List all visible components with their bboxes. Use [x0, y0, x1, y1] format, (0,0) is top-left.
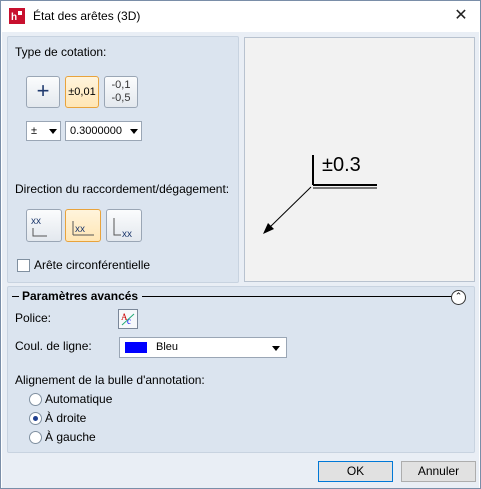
dimension-panel: Type de cotation: + ±0,01 -0,1 -0,5 ± 0.…	[7, 36, 239, 283]
direction-before-icon: xx	[31, 216, 47, 237]
dim-type-tolerance-button[interactable]: ±0,01	[65, 76, 99, 108]
app-logo-icon: h	[9, 8, 25, 24]
line-color-value: Bleu	[156, 341, 179, 353]
direction-label: Direction du raccordement/dégagement:	[15, 182, 230, 196]
close-icon[interactable]: ✕	[446, 5, 476, 27]
font-icon: A c	[121, 312, 135, 326]
svg-text:h: h	[11, 12, 17, 23]
plus-icon: +	[36, 78, 50, 103]
align-auto-radio[interactable]	[29, 393, 42, 406]
direction-center-button[interactable]: xx	[65, 209, 101, 242]
direction-center-text: xx	[75, 224, 85, 235]
preview-annotation: ±0.3	[322, 154, 361, 176]
direction-before-text: xx	[31, 216, 41, 227]
font-label: Police:	[15, 311, 52, 325]
align-right-label: À droite	[45, 411, 87, 425]
value-select-value: 0.3000000	[70, 125, 122, 137]
advanced-title: Paramètres avancés	[22, 289, 139, 303]
align-auto-label: Automatique	[45, 392, 113, 406]
align-left-label: À gauche	[45, 430, 96, 444]
window-title: État des arêtes (3D)	[33, 9, 141, 23]
circ-edge-checkbox[interactable]	[17, 259, 30, 272]
align-left-radio[interactable]	[29, 431, 42, 444]
direction-after-icon: xx	[113, 218, 132, 240]
font-picker-button[interactable]: A c	[118, 309, 138, 329]
direction-after-button[interactable]: xx	[106, 209, 142, 242]
advanced-section-header[interactable]: Paramètres avancés	[19, 289, 143, 303]
cancel-button[interactable]: Annuler	[401, 461, 476, 482]
tolerance-label: ±0,01	[68, 86, 96, 98]
color-swatch	[125, 342, 147, 353]
sign-select-value: ±	[31, 125, 38, 137]
preview-pane: ±0.3	[244, 37, 475, 282]
title-bar: h État des arêtes (3D) ✕	[1, 1, 480, 32]
align-right-radio[interactable]	[29, 412, 42, 425]
direction-center-icon: xx	[72, 221, 94, 236]
limit-upper-label: -0,1	[111, 79, 131, 91]
dialog-body: Type de cotation: + ±0,01 -0,1 -0,5 ± 0.…	[2, 32, 479, 488]
sign-select[interactable]: ±	[26, 121, 61, 141]
limit-lower-label: -0,5	[111, 92, 131, 104]
direction-after-text: xx	[122, 229, 132, 240]
chevron-down-icon	[272, 346, 280, 351]
chevron-down-icon	[49, 129, 57, 134]
value-select[interactable]: 0.3000000	[65, 121, 142, 141]
direction-before-button[interactable]: xx	[26, 209, 62, 242]
preview-drawing: ±0.3	[263, 154, 377, 234]
bubble-align-label: Alignement de la bulle d'annotation:	[15, 373, 205, 387]
chevron-down-icon	[130, 129, 138, 134]
line-color-label: Coul. de ligne:	[15, 339, 92, 353]
dim-type-plus-button[interactable]: +	[26, 76, 60, 108]
dialog-window: h État des arêtes (3D) ✕ Type de cotatio…	[0, 0, 481, 489]
ok-button[interactable]: OK	[318, 461, 393, 482]
advanced-settings-panel: Paramètres avancés ⌃ Police: A c Coul. d…	[7, 286, 475, 453]
line-color-select[interactable]: Bleu	[119, 337, 287, 358]
circ-edge-label: Arête circonférentielle	[34, 258, 151, 272]
dim-type-limits-button[interactable]: -0,1 -0,5	[104, 76, 138, 108]
collapse-up-icon[interactable]: ⌃	[451, 290, 466, 305]
dim-type-label: Type de cotation:	[15, 45, 107, 59]
